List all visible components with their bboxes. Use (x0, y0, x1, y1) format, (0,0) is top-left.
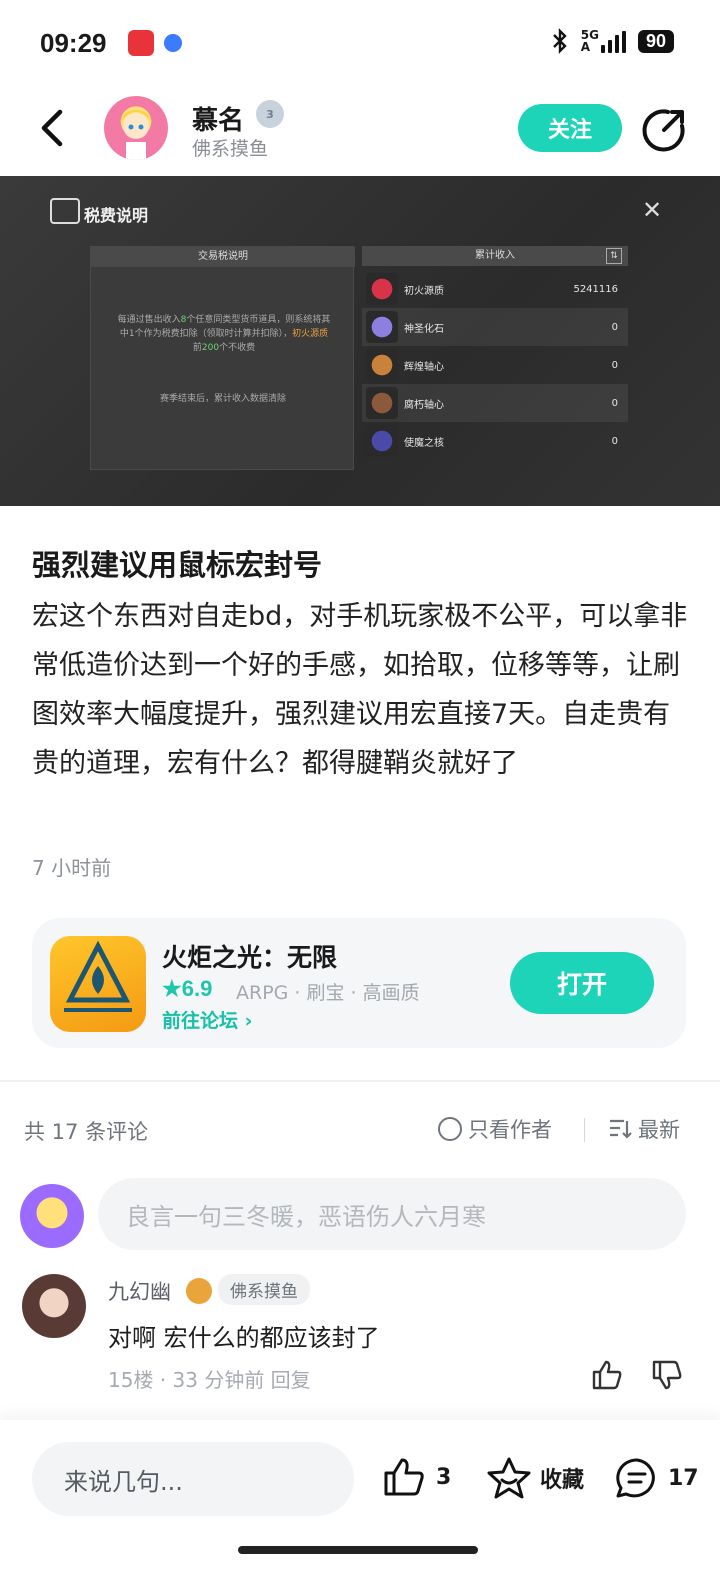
game-name[interactable]: 火炬之光：无限 (162, 938, 337, 974)
game-icon[interactable] (50, 936, 146, 1032)
currency-name: 辉煌轴心 (404, 361, 444, 373)
comment-meta[interactable]: 15楼 · 33 分钟前 回复 (108, 1364, 311, 1393)
like-button[interactable]: 3 (382, 1456, 451, 1498)
currency-value: 0 (611, 321, 618, 333)
thumbs-up-icon (384, 1458, 424, 1496)
post-time: 7 小时前 (32, 856, 112, 880)
like-count: 3 (436, 1464, 452, 1490)
status-icons: 5G A 90 (551, 28, 674, 54)
level-badge: 3 (256, 100, 284, 128)
author-name[interactable]: 慕名 (192, 100, 244, 137)
image-title: 税费说明 (84, 206, 149, 225)
tax-text-part: 每通过售出收入 (117, 315, 181, 325)
income-row: 初火源质 5241116 (362, 270, 628, 308)
open-game-button[interactable]: 打开 (510, 952, 654, 1014)
author-only-label: 只看作者 (468, 1118, 552, 1142)
author-only-toggle[interactable]: 只看作者 (438, 1114, 552, 1144)
star-icon (487, 1457, 531, 1499)
currency-value: 5241116 (573, 283, 618, 295)
comments-button[interactable]: 17 (614, 1456, 699, 1500)
author-avatar[interactable] (104, 96, 168, 160)
follow-button[interactable]: 关注 (518, 104, 622, 152)
separator (584, 1118, 585, 1142)
my-avatar (20, 1184, 84, 1248)
favorite-label: 收藏 (540, 1468, 585, 1493)
tax-text-part: 个不收费 (219, 343, 256, 353)
income-header-label: 累计收入 (475, 250, 515, 261)
tax-text-highlight: 200 (201, 343, 220, 353)
income-row: 辉煌轴心 0 (362, 346, 628, 384)
tax-explanation-footer: 赛季结束后，累计收入数据清除 (159, 394, 286, 404)
income-row: 腐朽轴心 0 (362, 384, 628, 422)
currency-icon (366, 349, 398, 381)
avatar-character-icon (120, 110, 152, 160)
post-image[interactable]: 税费说明 ✕ 交易税说明 每通过售出收入8个任意同类型货币道具，则系统将其中1个… (0, 176, 720, 506)
income-row: 使魔之核 0 (362, 422, 628, 460)
quick-comment-input[interactable]: 来说几句... (32, 1442, 354, 1516)
currency-icon (366, 311, 398, 343)
currency-icon (366, 425, 398, 457)
bluetooth-icon (552, 28, 567, 54)
commenter-name[interactable]: 九幻幽 (108, 1276, 171, 1306)
currency-name: 初火源质 (404, 285, 444, 297)
post-body: 宏这个东西对自走bd，对手机玩家极不公平，可以拿非常低造价达到一个好的手感，如拾… (32, 601, 688, 779)
signal-icon (600, 31, 626, 53)
home-indicator[interactable] (238, 1546, 478, 1554)
section-divider (0, 1080, 720, 1082)
status-time: 09:29 (40, 28, 107, 58)
share-icon[interactable] (642, 106, 688, 152)
radio-icon (438, 1117, 462, 1141)
game-tags: ARPG · 刷宝 · 高画质 (236, 982, 420, 1004)
back-icon[interactable] (36, 106, 72, 150)
income-row: 神圣化石 0 (362, 308, 628, 346)
thumbs-up-icon[interactable] (590, 1358, 624, 1392)
currency-name: 腐朽轴心 (404, 399, 444, 411)
notification-app-icon (128, 30, 154, 56)
favorite-button[interactable]: 收藏 (486, 1456, 584, 1500)
author-tag: 佛系摸鱼 (192, 138, 269, 160)
sort-icon: ⇅ (606, 248, 622, 264)
comment-count: 共 17 条评论 (24, 1120, 149, 1144)
game-rating: ★6.9 (162, 976, 213, 1001)
game-logo-icon (64, 940, 132, 1012)
tax-explanation-panel: 交易税说明 每通过售出收入8个任意同类型货币道具，则系统将其中1个作为税费扣除（… (90, 246, 355, 470)
income-header: 累计收入 ⇅ (362, 246, 628, 266)
currency-value: 0 (611, 359, 618, 371)
comment-input[interactable]: 良言一句三冬暖，恶语伤人六月寒 (98, 1178, 686, 1250)
currency-value: 0 (611, 397, 618, 409)
commenter-badge-icon (186, 1278, 212, 1304)
currency-value: 0 (611, 435, 618, 447)
income-panel: 累计收入 ⇅ 初火源质 5241116 神圣化石 0 辉煌轴心 0 腐朽轴心 0 使魔之核 0 (362, 246, 628, 470)
notification-app-icon-2 (164, 34, 182, 52)
currency-name: 神圣化石 (404, 323, 444, 335)
commenter-avatar[interactable] (22, 1274, 86, 1338)
comment-bubble-icon (616, 1458, 655, 1498)
comment-text: 对啊 宏什么的都应该封了 (108, 1324, 380, 1352)
tax-logo-icon (50, 198, 80, 224)
tax-explanation-text: 每通过售出收入8个任意同类型货币道具，则系统将其中1个作为税费扣除（领取时计算并… (117, 313, 331, 355)
currency-icon (366, 387, 398, 419)
image-close-icon: ✕ (642, 196, 663, 224)
sort-latest-label: 最新 (638, 1118, 680, 1142)
battery-indicator: 90 (637, 29, 674, 53)
post-title: 强烈建议用鼠标宏封号 (32, 548, 323, 582)
bottom-action-bar: 来说几句... 3 收藏 17 (0, 1420, 720, 1575)
tax-text-part: 前 (192, 343, 202, 353)
tax-text-highlight: 初火源质 (292, 329, 329, 339)
tax-explanation-header: 交易税说明 (91, 247, 355, 267)
sort-latest-button[interactable]: 最新 (608, 1114, 680, 1144)
sort-icon (610, 1119, 632, 1139)
comment-total: 17 (668, 1465, 699, 1491)
game-card[interactable]: 火炬之光：无限 ★6.9 ARPG · 刷宝 · 高画质 前往论坛 › 打开 (32, 918, 686, 1048)
network-sub-label: A (580, 40, 591, 54)
commenter-tag: 佛系摸鱼 (218, 1274, 310, 1305)
currency-icon (366, 273, 398, 305)
thumbs-down-icon[interactable] (650, 1358, 684, 1392)
go-to-forum-link[interactable]: 前往论坛 › (162, 1006, 252, 1033)
currency-name: 使魔之核 (404, 437, 444, 449)
income-list: 初火源质 5241116 神圣化石 0 辉煌轴心 0 腐朽轴心 0 使魔之核 0 (362, 270, 628, 460)
